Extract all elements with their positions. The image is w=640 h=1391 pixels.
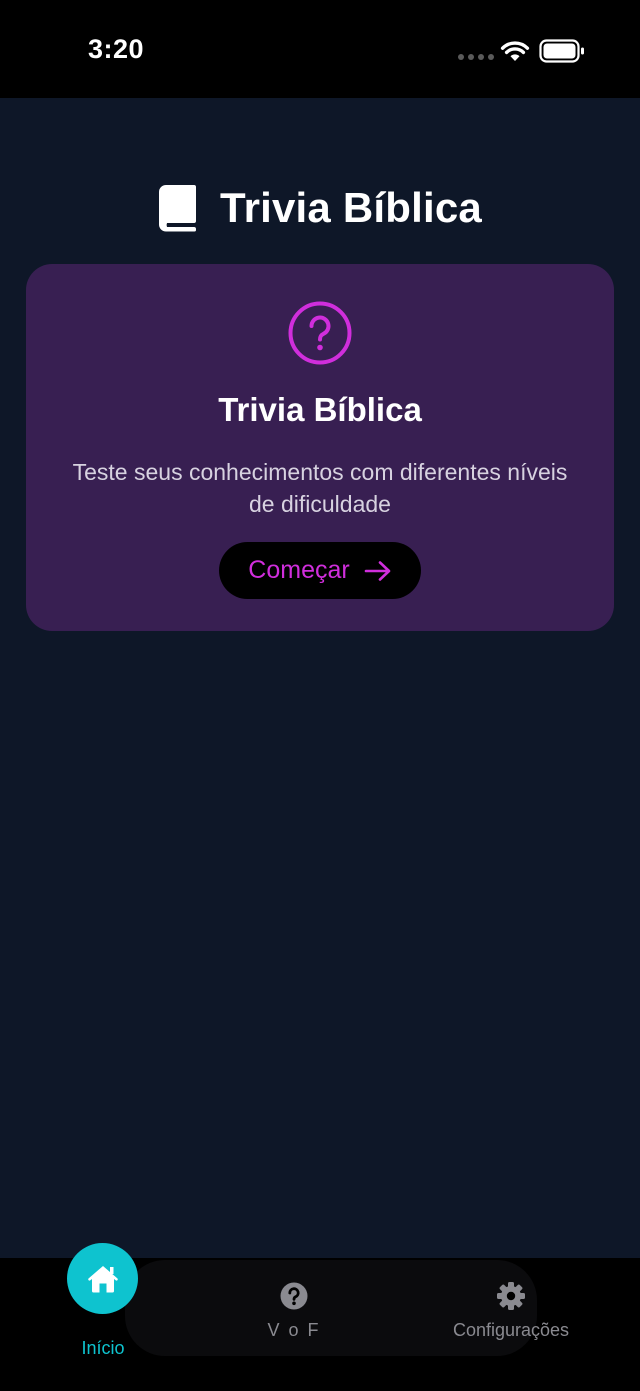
tab-home-label: Início	[81, 1338, 125, 1358]
tab-home[interactable]	[67, 1243, 138, 1314]
question-circle-icon	[288, 301, 352, 365]
tab-settings-label: Configurações	[452, 1320, 570, 1340]
tab-vof[interactable]: V o F	[244, 1282, 344, 1348]
status-bar: 3:20	[0, 0, 640, 98]
book-icon	[159, 185, 197, 232]
start-button[interactable]: Começar	[219, 542, 421, 599]
app-title: Trivia Bíblica	[220, 184, 482, 231]
tab-vof-label: V o F	[267, 1320, 321, 1340]
gear-icon	[497, 1282, 525, 1310]
card-title: Trivia Bíblica	[218, 391, 422, 428]
status-time: 3:20	[88, 34, 145, 64]
tab-settings[interactable]: Configurações	[440, 1281, 582, 1347]
arrow-right-icon	[364, 560, 391, 581]
screen: 3:20 Trivia Bíblica Trivia Bíblica Teste…	[0, 0, 640, 1391]
card-description: Teste seus conhecimentos com diferentes …	[72, 459, 568, 517]
home-icon	[87, 1265, 118, 1292]
wifi-icon	[500, 41, 530, 61]
question-icon	[280, 1282, 308, 1310]
battery-icon	[539, 39, 584, 63]
start-button-label: Começar	[248, 556, 350, 584]
signal-dots-icon	[458, 54, 494, 60]
app-header: Trivia Bíblica	[0, 178, 640, 238]
